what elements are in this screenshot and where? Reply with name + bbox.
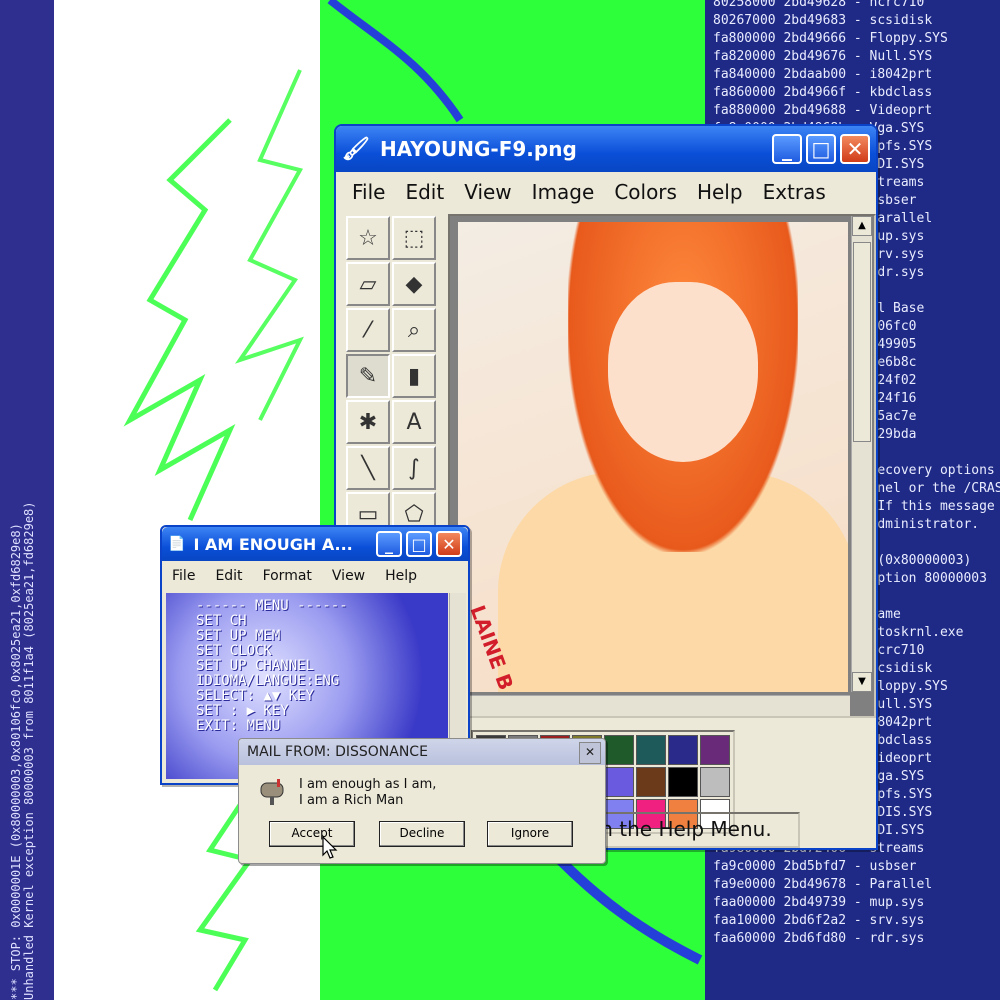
menu-item-file[interactable]: File — [162, 568, 205, 584]
menu-item-colors[interactable]: Colors — [604, 180, 687, 204]
color-picker-tool-icon[interactable]: ⁄ — [346, 308, 390, 352]
blue-stroke-top — [327, 0, 464, 123]
palette-swatch[interactable] — [668, 735, 698, 765]
menu-item-file[interactable]: File — [342, 180, 395, 204]
vertical-scrollbar[interactable]: ▲ ▼ — [851, 216, 872, 692]
notepad-menubar: File Edit Format View Help — [162, 561, 468, 591]
palette-swatch[interactable] — [604, 735, 634, 765]
notepad-app-icon: 📄 — [168, 536, 186, 552]
menu-item-view[interactable]: View — [322, 568, 375, 584]
notepad-minimize-button[interactable]: _ — [376, 531, 402, 557]
menu-item-extras[interactable]: Extras — [753, 180, 836, 204]
minimize-button[interactable]: _ — [772, 134, 802, 164]
palette-swatch[interactable] — [604, 767, 634, 797]
menu-item-help[interactable]: Help — [375, 568, 427, 584]
palette-swatch[interactable] — [636, 767, 666, 797]
paint-window-title: HAYOUNG-F9.png — [379, 137, 577, 161]
ignore-button[interactable]: Ignore — [487, 821, 573, 847]
notepad-close-button[interactable]: ✕ — [436, 531, 462, 557]
canvas-photo[interactable]: LAINE B — [458, 222, 848, 692]
palette-swatch[interactable] — [700, 767, 730, 797]
decline-button[interactable]: Decline — [379, 821, 465, 847]
menu-item-edit[interactable]: Edit — [205, 568, 252, 584]
free-select-tool-icon[interactable]: ☆ — [346, 216, 390, 260]
magnifier-tool-icon[interactable]: ⌕ — [392, 308, 436, 352]
paint-canvas-area[interactable]: LAINE B ▲ ▼ — [448, 214, 876, 718]
mail-message-line: I am a Rich Man — [299, 793, 404, 808]
menu-item-edit[interactable]: Edit — [395, 180, 454, 204]
lightning-doodle-right — [234, 69, 304, 421]
paint-menubar: File Edit View Image Colors Help Extras — [336, 172, 876, 212]
mail-message-line: I am enough as I am, — [299, 777, 437, 792]
pencil-tool-icon[interactable]: ✎ — [346, 354, 390, 398]
lightning-doodle-left — [123, 118, 236, 522]
fill-tool-icon[interactable]: ◆ — [392, 262, 436, 306]
mail-titlebar[interactable]: MAIL FROM: DISSONANCE ✕ — [239, 739, 605, 765]
photo-face — [608, 282, 758, 462]
accept-button[interactable]: Accept — [269, 821, 355, 847]
rect-select-tool-icon[interactable]: ⬚ — [392, 216, 436, 260]
paint-titlebar[interactable]: 🖌 HAYOUNG-F9.png _ □ ✕ — [336, 126, 876, 172]
tool-box: ☆ ⬚ ▱ ◆ ⁄ ⌕ ✎ ▮ ✱ A ╲ ∫ ▭ ⬠ — [346, 216, 438, 536]
status-bar: on the Help Menu. — [576, 812, 800, 848]
scroll-up-arrow[interactable]: ▲ — [852, 216, 872, 236]
mouse-cursor-icon — [322, 836, 338, 859]
line-tool-icon[interactable]: ╲ — [346, 446, 390, 490]
brush-tool-icon[interactable]: ▮ — [392, 354, 436, 398]
menu-item-image[interactable]: Image — [522, 180, 605, 204]
notepad-window-title: I AM ENOUGH A... — [193, 534, 353, 554]
airbrush-tool-icon[interactable]: ✱ — [346, 400, 390, 444]
menu-item-view[interactable]: View — [454, 180, 521, 204]
close-button[interactable]: ✕ — [840, 134, 870, 164]
palette-swatch[interactable] — [700, 735, 730, 765]
mail-dialog[interactable]: MAIL FROM: DISSONANCE ✕ I am enough as I… — [238, 738, 606, 864]
blue-stroke-bottom — [556, 856, 703, 965]
scroll-thumb[interactable] — [853, 242, 871, 442]
mail-close-button[interactable]: ✕ — [579, 742, 601, 764]
palette-swatch[interactable] — [636, 735, 666, 765]
notepad-titlebar[interactable]: 📄 I AM ENOUGH A... _ □ ✕ — [162, 527, 468, 561]
mail-message: I am enough as I am, I am a Rich Man — [299, 777, 436, 809]
maximize-button[interactable]: □ — [806, 134, 836, 164]
horizontal-scrollbar[interactable] — [450, 695, 850, 716]
mailbox-icon — [260, 779, 284, 805]
text-tool-icon[interactable]: A — [392, 400, 436, 444]
paint-app-icon: 🖌 — [342, 136, 370, 162]
eraser-tool-icon[interactable]: ▱ — [346, 262, 390, 306]
palette-swatch[interactable] — [668, 767, 698, 797]
tv-menu-text: ------ MENU ------ SET CH SET UP MEM SET… — [196, 598, 348, 734]
curve-tool-icon[interactable]: ∫ — [392, 446, 436, 490]
scroll-down-arrow[interactable]: ▼ — [852, 672, 872, 692]
notepad-maximize-button[interactable]: □ — [406, 531, 432, 557]
menu-item-help[interactable]: Help — [687, 180, 753, 204]
mail-title: MAIL FROM: DISSONANCE — [247, 744, 428, 760]
menu-item-format[interactable]: Format — [253, 568, 322, 584]
